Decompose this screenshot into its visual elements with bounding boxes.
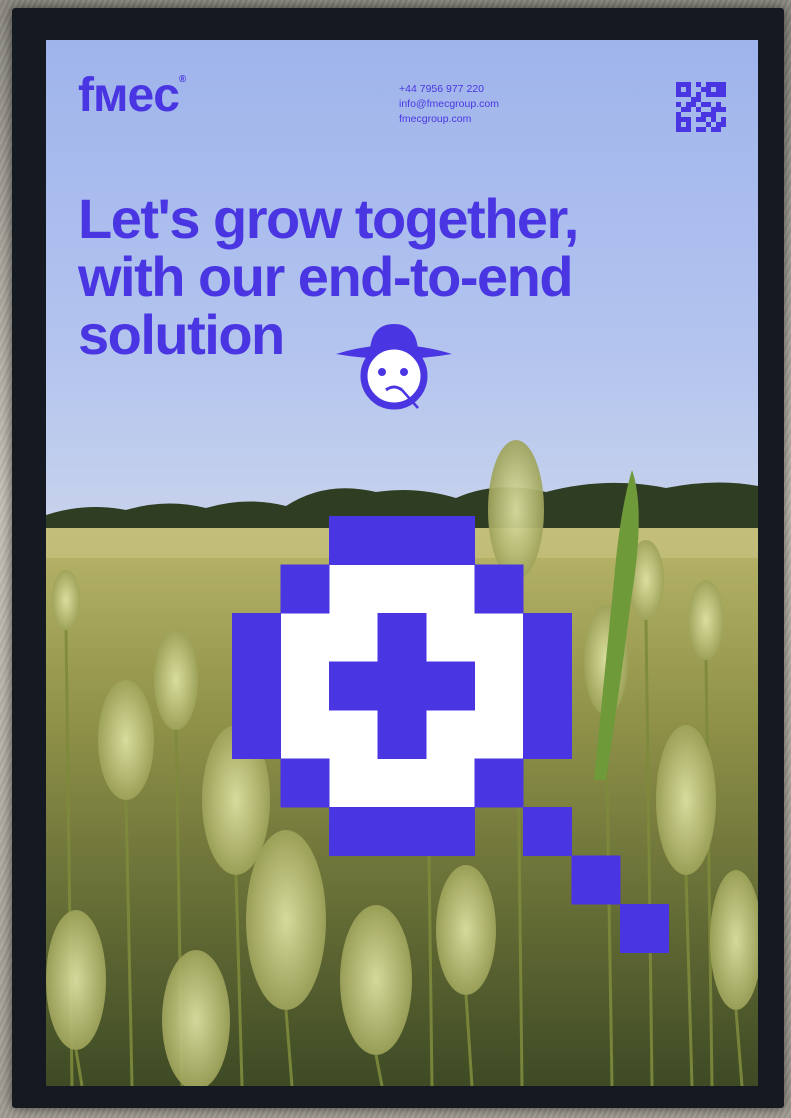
pixel-plus-pin-icon [232, 516, 669, 953]
poster: fмec® +44 7956 977 220 info@fmecgroup.co… [46, 40, 758, 1086]
